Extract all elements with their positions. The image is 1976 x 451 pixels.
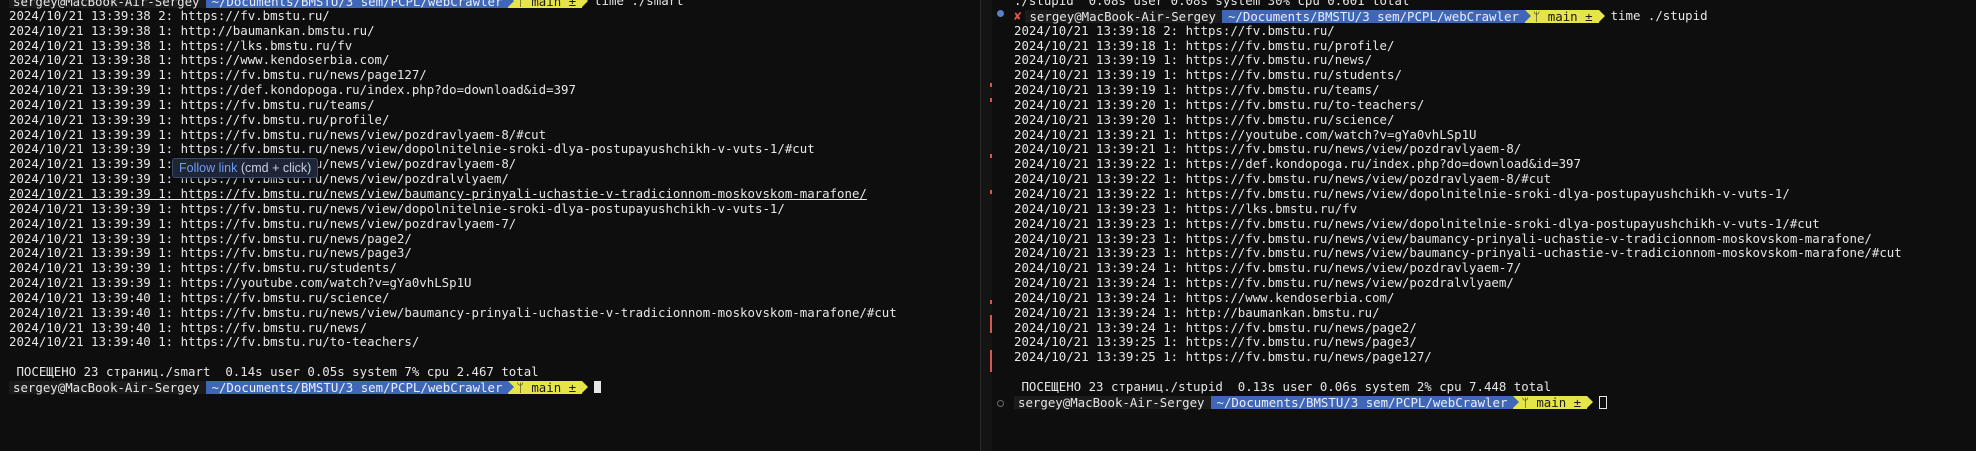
- log-line: 2024/10/21 13:39:21 1: https://fv.bmstu.…: [1014, 141, 1522, 157]
- summary-line: ПОСЕЩЕНО 23 страниц./stupid 0.13s user 0…: [1014, 378, 1552, 394]
- prompt-git-branch: ᛘ main ±: [508, 380, 588, 394]
- prompt-user-host: sergey@MacBook-Air-Sergey: [1025, 9, 1222, 23]
- log-line: 2024/10/21 13:39:39 1: https://fv.bmstu.…: [9, 111, 390, 127]
- log-line: 2024/10/21 13:39:25 1: https://fv.bmstu.…: [1014, 334, 1417, 350]
- follow-link-tooltip: Follow link (cmd + click): [172, 158, 319, 178]
- prompt-line: ✘ sergey@MacBook-Air-Sergey ~/Documents/…: [1014, 7, 1902, 24]
- error-status-icon: ✘: [1014, 7, 1022, 23]
- summary-line-previous: ./stupid 0.08s user 0.08s system 30% cpu…: [1014, 0, 1410, 8]
- log-line: 2024/10/21 13:39:18 2: https://fv.bmstu.…: [1014, 22, 1335, 38]
- prompt-path: ~/Documents/BMSTU/3 sem/PCPL/webCrawler: [199, 380, 509, 394]
- log-line: 2024/10/21 13:39:23 1: https://lks.bmstu…: [1014, 200, 1358, 216]
- log-line: 2024/10/21 13:39:40 1: https://fv.bmstu.…: [9, 334, 420, 350]
- command-text: time ./smart: [594, 0, 684, 8]
- prompt-user-host: sergey@MacBook-Air-Sergey: [1014, 395, 1211, 409]
- follow-link-label[interactable]: Follow link: [179, 161, 237, 175]
- log-line: 2024/10/21 13:39:25 1: https://fv.bmstu.…: [1014, 349, 1432, 365]
- log-line: 2024/10/21 13:39:38 1: https://www.kendo…: [9, 52, 390, 68]
- log-line: 2024/10/21 13:39:22 1: https://fv.bmstu.…: [1014, 185, 1790, 201]
- log-line: 2024/10/21 13:39:38 1: http://baumankan.…: [9, 22, 375, 38]
- log-line: 2024/10/21 13:39:21 1: https://youtube.c…: [1014, 126, 1477, 142]
- terminal-output-right: ./stupid 0.08s user 0.08s system 30% cpu…: [1014, 0, 1902, 410]
- log-line: 2024/10/21 13:39:18 1: https://fv.bmstu.…: [1014, 37, 1395, 53]
- log-line: 2024/10/21 13:39:39 1: https://fv.bmstu.…: [9, 141, 815, 157]
- log-line: 2024/10/21 13:39:39 1: https://fv.bmstu.…: [9, 156, 517, 172]
- command-text: time ./stupid: [1610, 7, 1708, 23]
- log-line: 2024/10/21 13:39:20 1: https://fv.bmstu.…: [1014, 111, 1395, 127]
- log-line: 2024/10/21 13:39:24 1: https://fv.bmstu.…: [1014, 319, 1417, 335]
- log-line: 2024/10/21 13:39:20 1: https://fv.bmstu.…: [1014, 96, 1425, 112]
- log-line: 2024/10/21 13:39:39 1: https://youtube.c…: [9, 275, 472, 291]
- log-line: 2024/10/21 13:39:19 1: https://fv.bmstu.…: [1014, 82, 1380, 98]
- summary-line: ПОСЕЩЕНО 23 страниц./smart 0.14s user 0.…: [9, 364, 539, 380]
- log-line: 2024/10/21 13:39:22 1: https://def.kondo…: [1014, 156, 1581, 172]
- log-line: 2024/10/21 13:39:40 1: https://fv.bmstu.…: [9, 289, 390, 305]
- log-line: 2024/10/21 13:39:39 1: https://fv.bmstu.…: [9, 96, 375, 112]
- log-line: 2024/10/21 13:39:38 1: https://lks.bmstu…: [9, 37, 353, 53]
- prompt-user-host: sergey@MacBook-Air-Sergey: [9, 0, 206, 8]
- log-line: 2024/10/21 13:39:19 1: https://fv.bmstu.…: [1014, 52, 1373, 68]
- log-line: 2024/10/21 13:39:40 1: https://fv.bmstu.…: [9, 319, 368, 335]
- log-line: 2024/10/21 13:39:39 1: https://fv.bmstu.…: [9, 215, 517, 231]
- command-status-dot-icon: [997, 400, 1004, 407]
- text-cursor[interactable]: [1599, 395, 1608, 409]
- prompt-path: ~/Documents/BMSTU/3 sem/PCPL/webCrawler: [1204, 395, 1514, 409]
- command-status-dot-icon: [997, 10, 1004, 17]
- log-line: 2024/10/21 13:39:39 1: https://fv.bmstu.…: [9, 126, 547, 142]
- log-line: 2024/10/21 13:39:19 1: https://fv.bmstu.…: [1014, 67, 1402, 83]
- log-line: 2024/10/21 13:39:24 1: http://baumankan.…: [1014, 304, 1380, 320]
- prompt-git-branch: ᛘ main ±: [1513, 395, 1593, 409]
- log-line: 2024/10/21 13:39:24 1: https://www.kendo…: [1014, 289, 1395, 305]
- text-cursor[interactable]: [594, 381, 602, 394]
- prompt-path: ~/Documents/BMSTU/3 sem/PCPL/webCrawler: [199, 0, 509, 8]
- log-line: 2024/10/21 13:39:39 1: https://fv.bmstu.…: [9, 200, 785, 216]
- log-line: 2024/10/21 13:39:22 1: https://fv.bmstu.…: [1014, 171, 1552, 187]
- log-line: 2024/10/21 13:39:39 1: https://def.kondo…: [9, 82, 576, 98]
- log-line: 2024/10/21 13:39:39 1: https://fv.bmstu.…: [9, 260, 397, 276]
- log-line: 2024/10/21 13:39:38 2: https://fv.bmstu.…: [9, 7, 330, 23]
- log-line: 2024/10/21 13:39:40 1: https://fv.bmstu.…: [9, 304, 897, 320]
- prompt-path: ~/Documents/BMSTU/3 sem/PCPL/webCrawler: [1215, 9, 1525, 23]
- log-line: 2024/10/21 13:39:39 1: https://fv.bmstu.…: [9, 245, 412, 261]
- prompt-line-active: sergey@MacBook-Air-Sergey ~/Documents/BM…: [9, 380, 897, 395]
- log-line: 2024/10/21 13:39:39 1: https://fv.bmstu.…: [9, 171, 509, 187]
- terminal-pane-right[interactable]: ./stupid 0.08s user 0.08s system 30% cpu…: [992, 0, 1976, 451]
- follow-link-hint: (cmd + click): [240, 161, 312, 175]
- prompt-line-active: sergey@MacBook-Air-Sergey ~/Documents/BM…: [1014, 395, 1902, 410]
- log-line: 2024/10/21 13:39:39 1: https://fv.bmstu.…: [9, 67, 427, 83]
- log-line: 2024/10/21 13:39:23 1: https://fv.bmstu.…: [1014, 230, 1872, 246]
- log-line: 2024/10/21 13:39:24 1: https://fv.bmstu.…: [1014, 275, 1514, 291]
- log-line: 2024/10/21 13:39:24 1: https://fv.bmstu.…: [1014, 260, 1522, 276]
- prompt-user-host: sergey@MacBook-Air-Sergey: [9, 380, 206, 394]
- log-line-hovered-link[interactable]: 2024/10/21 13:39:39 1: https://fv.bmstu.…: [9, 186, 897, 202]
- log-line: 2024/10/21 13:39:23 1: https://fv.bmstu.…: [1014, 215, 1820, 231]
- log-line: 2024/10/21 13:39:23 1: https://fv.bmstu.…: [1014, 245, 1902, 261]
- log-line: 2024/10/21 13:39:39 1: https://fv.bmstu.…: [9, 230, 412, 246]
- terminal-pane-left[interactable]: sergey@MacBook-Air-Sergey ~/Documents/BM…: [0, 0, 980, 451]
- prompt-git-branch: ᛘ main ±: [1524, 9, 1605, 23]
- prompt-git-branch: ᛘ main ±: [508, 0, 588, 8]
- terminal-output-left: sergey@MacBook-Air-Sergey ~/Documents/BM…: [9, 0, 897, 395]
